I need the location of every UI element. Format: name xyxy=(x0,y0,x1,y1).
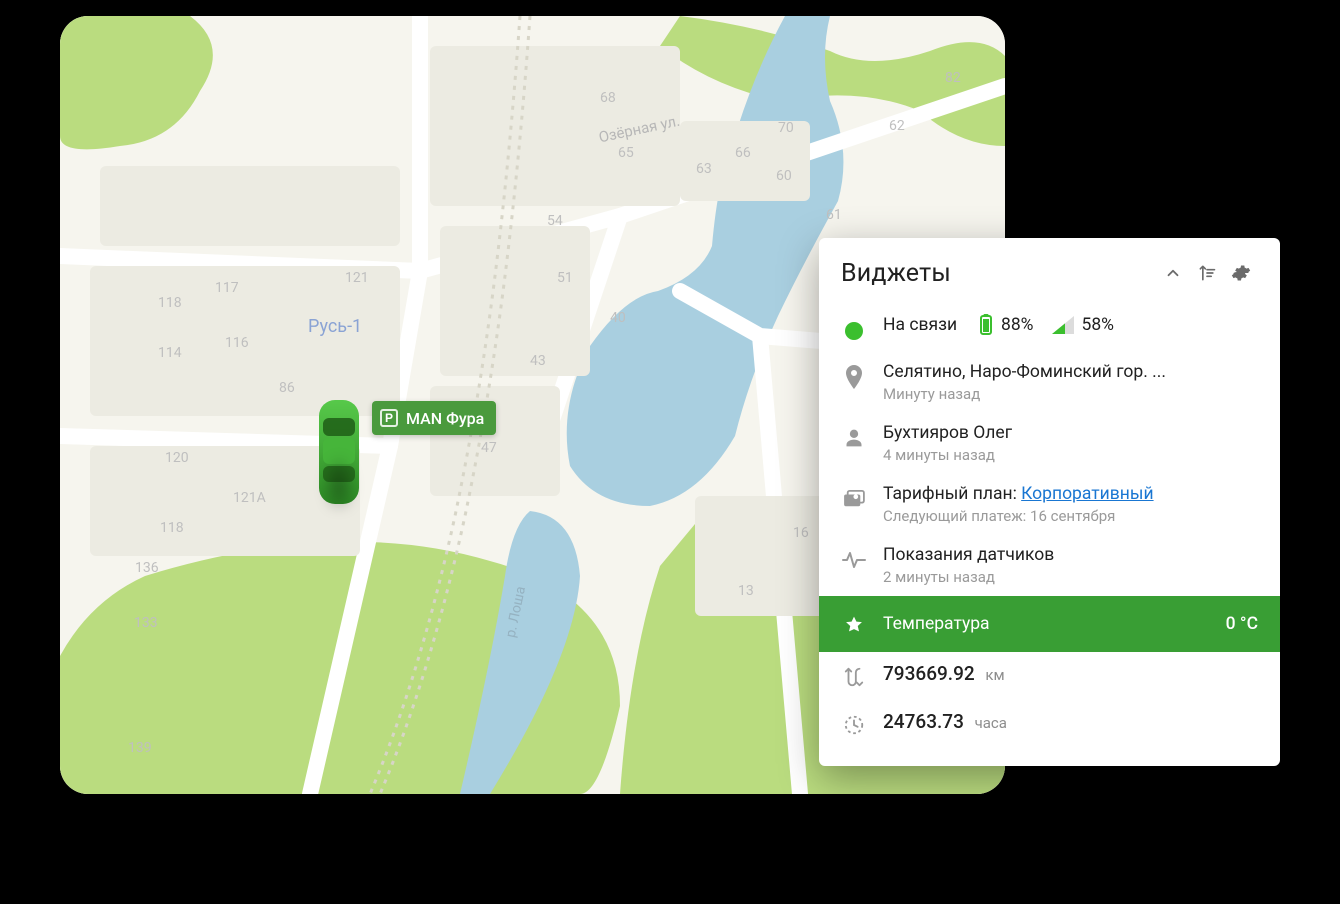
battery-value: 88% xyxy=(1001,315,1034,335)
odometer-row[interactable]: 793669.92 км xyxy=(819,652,1280,700)
star-icon xyxy=(844,615,864,635)
parking-icon: P xyxy=(380,409,398,427)
odometer-value: 793669.92 xyxy=(883,662,975,685)
signal-icon xyxy=(1052,316,1074,334)
driver-name: Бухтияров Олег xyxy=(883,423,1258,443)
temperature-row[interactable]: Температура 0 °C xyxy=(819,596,1280,652)
chevron-up-icon xyxy=(1164,264,1182,282)
location-text: Селятино, Наро-Фоминский гор. ... xyxy=(883,362,1258,382)
collapse-button[interactable] xyxy=(1156,256,1190,290)
online-dot-icon xyxy=(845,322,863,340)
panel-body: На связи 88% 58% xyxy=(819,300,1280,766)
vehicle-label-tag[interactable]: P MAN Фура xyxy=(372,401,496,435)
settings-button[interactable] xyxy=(1224,256,1258,290)
panel-header: Виджеты xyxy=(819,238,1280,300)
vehicle-label-text: MAN Фура xyxy=(406,409,484,428)
tariff-text: Тарифный план: Корпоративный xyxy=(883,484,1258,504)
sort-icon xyxy=(1197,263,1217,283)
tariff-row[interactable]: Тарифный план: Корпоративный Следующий п… xyxy=(819,474,1280,535)
sensors-row[interactable]: Показания датчиков 2 минуты назад xyxy=(819,535,1280,596)
hours-unit: часа xyxy=(975,714,1007,732)
temperature-value: 0 °C xyxy=(1226,614,1258,634)
gear-icon xyxy=(1231,263,1251,283)
signal-value: 58% xyxy=(1082,315,1115,335)
status-row[interactable]: На связи 88% 58% xyxy=(819,304,1280,352)
battery-icon xyxy=(979,314,993,336)
location-row[interactable]: Селятино, Наро-Фоминский гор. ... Минуту… xyxy=(819,352,1280,413)
widgets-panel: Виджеты На связи xyxy=(819,238,1280,766)
clock-icon xyxy=(843,714,865,736)
tariff-sub: Следующий платеж: 16 сентября xyxy=(883,507,1258,525)
status-label: На связи xyxy=(883,315,961,335)
driver-row[interactable]: Бухтияров Олег 4 минуты назад xyxy=(819,413,1280,474)
sensors-ago: 2 минуты назад xyxy=(883,568,1258,586)
sensors-title: Показания датчиков xyxy=(883,545,1258,565)
hours-row[interactable]: 24763.73 часа xyxy=(819,700,1280,748)
activity-icon xyxy=(842,552,866,568)
driver-ago: 4 минуты назад xyxy=(883,446,1258,464)
tariff-link[interactable]: Корпоративный xyxy=(1021,484,1153,504)
person-icon xyxy=(844,428,864,448)
temperature-label: Температура xyxy=(883,614,990,634)
pin-icon xyxy=(844,365,864,389)
route-icon xyxy=(843,666,865,688)
sort-button[interactable] xyxy=(1190,256,1224,290)
panel-title: Виджеты xyxy=(841,259,1156,288)
odometer-unit: км xyxy=(985,666,1004,684)
billing-icon xyxy=(843,490,865,508)
hours-value: 24763.73 xyxy=(883,710,964,733)
location-ago: Минуту назад xyxy=(883,385,1258,403)
